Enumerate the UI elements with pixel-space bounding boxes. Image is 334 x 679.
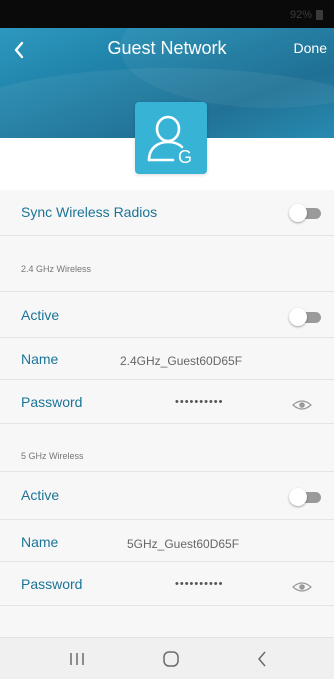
password-value-5ghz: •••••••••• [175,578,224,590]
recent-apps-icon [70,653,84,665]
active-toggle-24ghz[interactable] [289,308,321,326]
name-value-24ghz: 2.4GHz_Guest60D65F [120,354,243,368]
done-button[interactable]: Done [294,40,327,56]
system-back-button[interactable] [252,649,274,669]
battery-icon [316,10,323,20]
eye-icon [292,582,312,592]
show-password-button-5ghz[interactable] [292,580,312,592]
active-row-24ghz: Active [0,292,334,338]
password-label-24ghz: Password [21,394,83,410]
sync-radios-label: Sync Wireless Radios [21,204,158,220]
page-title: Guest Network [107,38,227,58]
home-icon [163,651,179,667]
system-nav-bar [0,637,334,679]
name-value-5ghz: 5GHz_Guest60D65F [127,537,240,551]
home-button[interactable] [160,649,182,669]
section-header-5ghz: 5 GHz Wireless [0,424,334,472]
guest-user-icon: G [147,115,192,167]
password-label-5ghz: Password [21,576,83,592]
name-row-5ghz[interactable]: Name 5GHz_Guest60D65F [0,520,334,562]
section-title-5ghz: 5 GHz Wireless [21,451,84,461]
toggle-knob [289,308,307,326]
toggle-knob [289,488,307,506]
sync-radios-row: Sync Wireless Radios [0,190,334,236]
section-title-24ghz: 2.4 GHz Wireless [21,264,92,274]
name-label-5ghz: Name [21,534,59,550]
back-icon [258,651,266,667]
active-label-5ghz: Active [21,487,60,503]
name-label-24ghz: Name [21,351,59,367]
active-row-5ghz: Active [0,472,334,520]
avatar-letter: G [178,147,192,167]
guest-avatar: G [135,102,207,174]
active-label-24ghz: Active [21,307,60,323]
toggle-knob [289,204,307,222]
section-header-24ghz: 2.4 GHz Wireless [0,236,334,292]
password-row-24ghz[interactable]: Password •••••••••• [0,380,334,424]
battery-percentage: 92% [289,9,312,21]
settings-list: Sync Wireless Radios 2.4 GHz Wireless Ac… [0,190,334,637]
sync-radios-toggle[interactable] [289,204,321,222]
active-toggle-5ghz[interactable] [289,488,321,506]
password-value-24ghz: •••••••••• [175,396,224,408]
password-row-5ghz[interactable]: Password •••••••••• [0,562,334,606]
status-bar: 92% [0,0,334,28]
eye-icon [292,400,312,410]
show-password-button-24ghz[interactable] [292,398,312,410]
recent-apps-button[interactable] [66,649,88,669]
name-row-24ghz[interactable]: Name 2.4GHz_Guest60D65F [0,338,334,380]
